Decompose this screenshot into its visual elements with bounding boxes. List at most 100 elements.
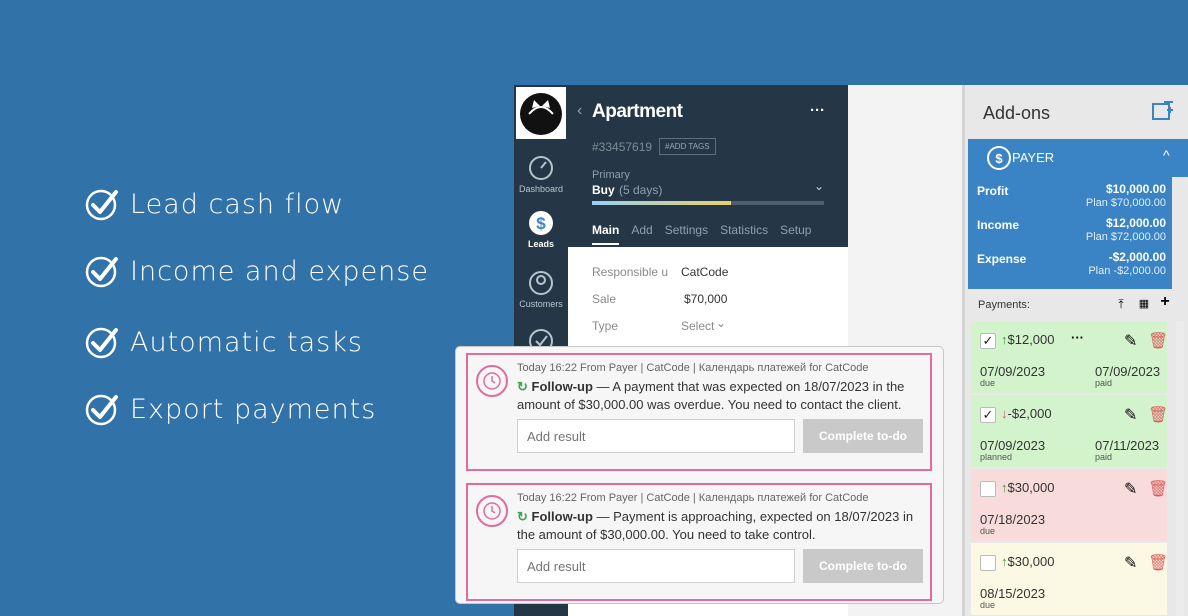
payment-amount-value: $30,000 bbox=[1007, 554, 1055, 569]
payment-amount: ↑$30,000 bbox=[1001, 480, 1055, 495]
payment-date-due: 07/09/2023 bbox=[980, 438, 1046, 453]
payment-date-status: due bbox=[980, 378, 996, 388]
leads-icon: $ bbox=[529, 211, 553, 235]
add-payment-icon[interactable]: + bbox=[1158, 294, 1172, 310]
nav-customers[interactable]: Customers bbox=[514, 270, 568, 309]
payer-logo-icon: $ bbox=[987, 146, 1011, 170]
tab-add[interactable]: Add bbox=[631, 223, 652, 245]
summary-key: Expense bbox=[977, 252, 1027, 266]
feature-label: Automatic tasks bbox=[130, 326, 363, 358]
summary-plan: Plan $72,000.00 bbox=[1085, 231, 1166, 243]
check-circle-icon bbox=[85, 189, 118, 221]
feature-item: Export payments bbox=[84, 391, 376, 427]
complete-todo-button[interactable]: Complete to-do bbox=[803, 549, 923, 583]
complete-todo-button[interactable]: Complete to-do bbox=[803, 419, 923, 453]
payment-checkbox[interactable] bbox=[980, 555, 996, 571]
payments-scrollbar[interactable] bbox=[1176, 321, 1184, 616]
feature-item: Automatic tasks bbox=[84, 324, 363, 360]
payment-row[interactable]: ↑$30,000 ✎ 🗑 08/15/2023 due bbox=[971, 543, 1168, 615]
pipeline-name: Primary bbox=[592, 169, 630, 181]
field-label: Type bbox=[592, 319, 619, 333]
payment-amount: ↑$30,000 bbox=[1001, 554, 1055, 569]
summary-key: Profit bbox=[977, 184, 1009, 198]
sale-value[interactable]: $70,000 bbox=[684, 292, 727, 306]
payment-checkbox[interactable]: ✓ bbox=[980, 333, 996, 349]
summary-row: Expense -$2,000.00 Plan -$2,000.00 bbox=[968, 245, 1172, 279]
new-window-icon[interactable] bbox=[1152, 101, 1174, 121]
back-chevron-icon[interactable]: ‹ bbox=[577, 102, 582, 120]
delete-icon[interactable]: 🗑 bbox=[1148, 479, 1168, 499]
nav-dashboard[interactable]: Dashboard bbox=[514, 155, 568, 194]
payment-amount: ↓-$2,000 bbox=[1001, 406, 1052, 421]
lead-tabs: Main Add Settings Statistics Setup bbox=[592, 223, 811, 245]
customers-icon bbox=[529, 271, 553, 295]
nav-leads[interactable]: $ Leads bbox=[514, 210, 568, 249]
payment-date-status: due bbox=[980, 600, 996, 610]
edit-icon[interactable]: ✎ bbox=[1124, 331, 1137, 351]
payment-row[interactable]: ✓ ↑$12,000 ··· ✎ 🗑 07/09/2023 due 07/09/… bbox=[971, 321, 1168, 393]
delete-icon[interactable]: 🗑 bbox=[1148, 405, 1168, 425]
svg-text:$: $ bbox=[536, 214, 546, 233]
payment-more-icon[interactable]: ··· bbox=[1071, 330, 1084, 345]
export-icon[interactable]: ⤒ bbox=[1114, 297, 1128, 311]
payment-date-due: 07/09/2023 bbox=[980, 364, 1046, 379]
feature-label: Income and expense bbox=[130, 255, 429, 287]
feature-label: Lead cash flow bbox=[130, 188, 345, 220]
svg-text:$: $ bbox=[995, 151, 1003, 166]
payment-date-paid: 07/09/2023 bbox=[1095, 364, 1161, 379]
payment-amount-value: $12,000 bbox=[1007, 332, 1055, 347]
edit-icon[interactable]: ✎ bbox=[1124, 553, 1137, 573]
stage-dropdown-icon[interactable]: ⌄ bbox=[814, 179, 824, 193]
payment-date-status: planned bbox=[980, 452, 1013, 462]
app-logo[interactable] bbox=[516, 87, 566, 139]
add-tags-button[interactable]: #ADD TAGS bbox=[659, 138, 716, 155]
payer-label: PAYER bbox=[1012, 150, 1055, 165]
calculator-icon[interactable]: ▦ bbox=[1137, 297, 1151, 311]
payments-label: Payments: bbox=[978, 299, 1030, 311]
notification-meta: Today 16:22 From Payer | CatCode | Кален… bbox=[517, 492, 869, 504]
payment-amount-value: -$2,000 bbox=[1007, 406, 1052, 421]
tab-setup[interactable]: Setup bbox=[780, 223, 811, 245]
cat-logo-icon bbox=[520, 93, 562, 135]
payment-checkbox[interactable]: ✓ bbox=[980, 407, 996, 423]
payer-header[interactable]: $ PAYER ^ bbox=[968, 139, 1188, 177]
summary-plan: Plan $70,000.00 bbox=[1085, 197, 1166, 209]
check-circle-icon bbox=[85, 256, 118, 288]
delete-icon[interactable]: 🗑 bbox=[1148, 553, 1168, 573]
payment-row[interactable]: ↑$30,000 ✎ 🗑 07/18/2023 due bbox=[971, 469, 1168, 541]
notification-kind: Follow-up bbox=[531, 379, 593, 394]
type-select[interactable]: Select bbox=[681, 319, 714, 333]
summary-plan: Plan -$2,000.00 bbox=[1088, 265, 1166, 277]
delete-icon[interactable]: 🗑 bbox=[1148, 331, 1168, 351]
payment-row[interactable]: ✓ ↓-$2,000 ✎ 🗑 07/09/2023 planned 07/11/… bbox=[971, 395, 1168, 467]
field-label: Responsible u bbox=[592, 265, 669, 279]
payment-date-status: paid bbox=[1095, 378, 1113, 388]
payment-date-status: paid bbox=[1095, 452, 1113, 462]
tab-main[interactable]: Main bbox=[592, 223, 620, 245]
tab-settings[interactable]: Settings bbox=[665, 223, 708, 245]
payment-date-status: due bbox=[980, 526, 996, 536]
add-result-input[interactable] bbox=[517, 549, 795, 583]
payer-summary: Profit $10,000.00 Plan $70,000.00 Income… bbox=[968, 177, 1172, 289]
summary-row: Profit $10,000.00 Plan $70,000.00 bbox=[968, 177, 1172, 211]
stage-name[interactable]: Buy bbox=[592, 183, 615, 197]
dashboard-icon bbox=[529, 156, 553, 180]
payment-amount: ↑$12,000 bbox=[1001, 332, 1055, 347]
responsible-value[interactable]: CatCode bbox=[681, 265, 728, 279]
feature-item: Income and expense bbox=[84, 253, 429, 289]
edit-icon[interactable]: ✎ bbox=[1124, 479, 1137, 499]
notification-kind: Follow-up bbox=[531, 509, 593, 524]
refresh-icon: ↻ bbox=[517, 379, 528, 394]
add-result-input[interactable] bbox=[517, 419, 795, 453]
tab-statistics[interactable]: Statistics bbox=[720, 223, 768, 245]
more-menu-icon[interactable]: ··· bbox=[810, 102, 825, 119]
addons-title: Add-ons bbox=[983, 103, 1051, 123]
task-notification: Today 16:22 From Payer | CatCode | Кален… bbox=[466, 353, 932, 471]
edit-icon[interactable]: ✎ bbox=[1124, 405, 1137, 425]
check-circle-icon bbox=[85, 327, 118, 359]
chevron-up-icon[interactable]: ^ bbox=[1163, 147, 1170, 163]
lead-id: #33457619 bbox=[592, 140, 653, 154]
payment-checkbox[interactable] bbox=[980, 481, 996, 497]
notification-text: ↻ Follow-up — A payment that was expecte… bbox=[517, 378, 917, 414]
payment-date-due: 07/18/2023 bbox=[980, 512, 1046, 527]
